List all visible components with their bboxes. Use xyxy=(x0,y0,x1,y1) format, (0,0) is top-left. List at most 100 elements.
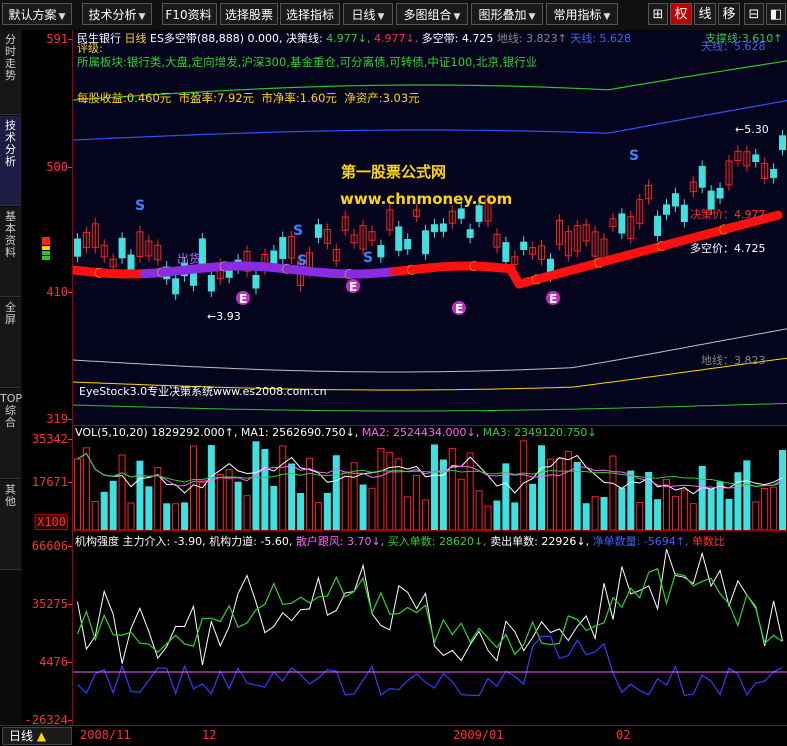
candle-body xyxy=(476,206,482,222)
volume-bar xyxy=(717,482,723,530)
sell-signal-e-marker: E xyxy=(349,280,357,294)
volume-bar xyxy=(128,503,134,530)
vol-value: 1829292.000↑, xyxy=(151,426,237,439)
long-short-price-label: 多空价：4.725 xyxy=(690,240,766,256)
volume-bar xyxy=(628,471,634,530)
candle-body xyxy=(128,255,134,271)
vol-mid-label: 17671 xyxy=(32,475,68,489)
line-button[interactable]: 线 xyxy=(694,3,716,25)
price-410-label: 410 xyxy=(46,285,68,299)
candle-body xyxy=(699,166,705,187)
ind-2-label: 35275 xyxy=(32,597,68,611)
ground-value: 3.823↑ xyxy=(526,32,567,45)
volume-bar xyxy=(217,474,223,530)
price-max-label: 591 xyxy=(46,32,68,46)
volume-bar xyxy=(235,482,241,530)
candle-body xyxy=(717,188,723,198)
multi-chart-menu-button[interactable]: 多图组合▼ xyxy=(396,3,468,25)
tab-top-overview[interactable]: TOP综合 xyxy=(0,389,21,479)
level-gauge-icon xyxy=(42,237,50,267)
volume-bar xyxy=(530,484,536,530)
volume-bar xyxy=(449,448,455,530)
volume-bar xyxy=(182,503,188,530)
indicator-zero-value: 0.000, xyxy=(248,32,283,45)
buy-signal-s-marker: S xyxy=(135,198,145,214)
tab-tech-analysis[interactable]: 技术分析 xyxy=(0,116,21,206)
tab-basic-info[interactable]: 基本资料 xyxy=(0,207,21,297)
date-label-2009-01: 2009/01 xyxy=(453,728,504,742)
sky-right-label: 天线：5.628 xyxy=(701,38,766,54)
ind-force-value: 机构力道: -5.60, xyxy=(209,535,292,548)
candle-body xyxy=(458,209,464,218)
candle-body xyxy=(119,238,125,257)
volume-bar xyxy=(494,501,500,530)
panel-toggle-icon[interactable]: ◧ xyxy=(766,3,786,25)
volume-bar xyxy=(699,466,705,530)
ind-name: 机构强度 xyxy=(75,535,119,548)
volume-bar xyxy=(396,459,402,530)
period-switch-button[interactable]: 日线 ▲ xyxy=(2,727,72,745)
buy-signal-s-marker: S xyxy=(629,148,639,164)
volume-panel[interactable]: VOL(5,10,20) 1829292.000↑, MA1: 2562690.… xyxy=(73,426,787,531)
price-500-label: 500 xyxy=(46,160,68,174)
tab-fullscreen[interactable]: 全屏 xyxy=(0,298,21,388)
institution-strength-chart xyxy=(73,531,787,725)
volume-bar xyxy=(467,453,473,530)
overlay-menu-button[interactable]: 图形叠加▼ xyxy=(471,3,543,25)
candle-body xyxy=(253,276,259,288)
candle-body xyxy=(672,194,678,206)
select-stock-button[interactable]: 选择股票 xyxy=(220,3,278,25)
high-price-label: ←5.30 xyxy=(735,123,769,136)
volume-bar xyxy=(726,499,732,530)
move-button[interactable]: 移 xyxy=(718,3,740,25)
volume-bar xyxy=(565,451,571,530)
tab-other[interactable]: 其他 xyxy=(0,480,21,570)
f10-info-button[interactable]: F10资料 xyxy=(162,3,217,25)
grid-icon[interactable]: ⊞ xyxy=(648,3,668,25)
period-menu-button[interactable]: 日线▼ xyxy=(343,3,393,25)
vol-ma2-line xyxy=(78,453,783,488)
volume-bar xyxy=(512,503,518,530)
volume-bar xyxy=(298,493,304,530)
volume-bar xyxy=(271,486,277,530)
volume-bar xyxy=(547,459,553,530)
decision-label: 决策线: xyxy=(286,32,323,45)
upper-channel-line xyxy=(73,101,787,140)
volume-bar xyxy=(458,479,464,530)
candle-body xyxy=(280,238,286,259)
candle-body xyxy=(190,272,196,285)
candle-body xyxy=(503,243,509,262)
volume-bar xyxy=(423,500,429,530)
collapse-icon[interactable]: ⊟ xyxy=(744,3,764,25)
volume-bar xyxy=(672,496,678,530)
low-price-label: ←3.93 xyxy=(207,310,241,323)
kline-panel[interactable]: SSSSSEEEE 民生银行 日线 ES多空带(88,888) 0.000, 决… xyxy=(73,30,787,426)
ground-label: 地线: xyxy=(497,32,523,45)
volume-bar xyxy=(315,503,321,530)
indicator-params: (88,888) xyxy=(197,32,244,45)
volume-bar xyxy=(681,490,687,530)
volume-bar xyxy=(780,450,786,530)
volume-bar xyxy=(378,448,384,530)
select-indicator-button[interactable]: 选择指标 xyxy=(280,3,340,25)
rights-adjust-button[interactable]: 权 xyxy=(670,3,692,25)
buy-signal-s-marker: S xyxy=(363,250,373,266)
ind-3-label: 4476 xyxy=(39,655,68,669)
common-indicator-menu-button[interactable]: 常用指标▼ xyxy=(546,3,618,25)
tech-analysis-menu-button[interactable]: 技术分析▼ xyxy=(82,3,152,25)
buy-signal-s-marker: S xyxy=(293,223,303,239)
ind-sell-value: 卖出单数: 22926↓, xyxy=(490,535,589,548)
volume-bar xyxy=(173,504,179,530)
volume-bar xyxy=(280,446,286,530)
volume-bar xyxy=(164,504,170,530)
candle-body xyxy=(664,205,670,214)
nav-value: 净资产:3.03元 xyxy=(344,91,419,105)
institution-strength-panel[interactable]: 机构强度 主力介入: -3.90, 机构力道: -5.60, 散户跟风: 3.7… xyxy=(73,531,787,725)
sky-label: 天线: xyxy=(570,32,596,45)
candle-body xyxy=(378,246,384,257)
candle-body xyxy=(771,169,777,177)
tab-intraday[interactable]: 分时走势 xyxy=(0,30,21,115)
volume-bar xyxy=(342,472,348,530)
volume-bar xyxy=(244,496,250,530)
scheme-menu-button[interactable]: 默认方案▼ xyxy=(2,3,72,25)
